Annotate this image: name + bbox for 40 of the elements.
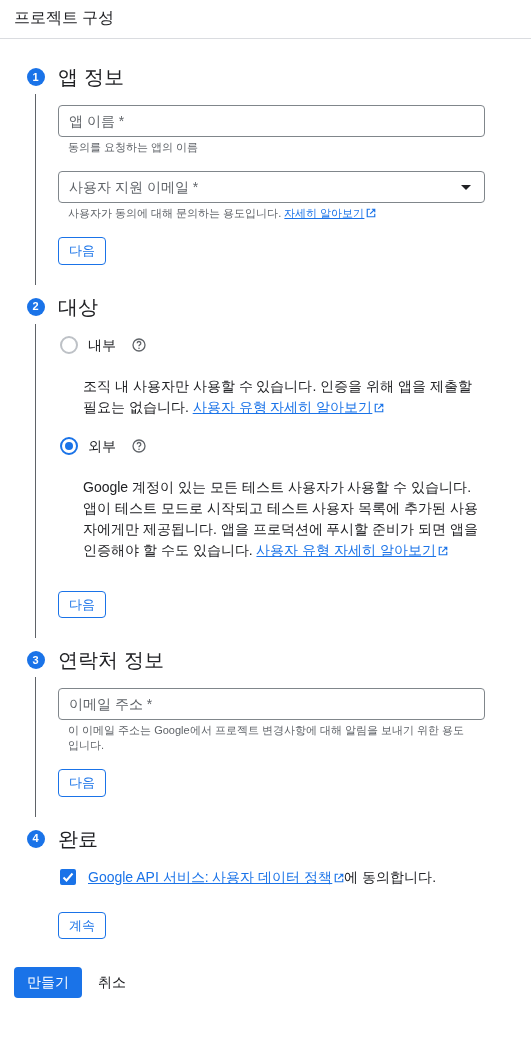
agreement-text: Google API 서비스: 사용자 데이터 정책 에 동의합니다. [88, 867, 437, 887]
next-button[interactable]: 다음 [58, 237, 106, 265]
radio-label: 외부 [88, 436, 116, 456]
description-text: 조직 내 사용자만 사용할 수 있습니다. 인증을 위해 앱을 제출할 필요는 없습니다. 사용자 유형 자세히 알아보기 [82, 376, 473, 417]
external-link-icon [334, 872, 345, 883]
radio-button[interactable] [60, 336, 78, 354]
radio-button[interactable] [60, 437, 78, 455]
learn-more-link[interactable]: 자세히 알아보기 [284, 207, 365, 219]
checkbox[interactable] [60, 869, 76, 885]
learn-more-link[interactable]: 사용자 유형 자세히 알아보기 [192, 398, 373, 415]
radio-label: 내부 [88, 335, 116, 355]
hint-text: 동의를 요청하는 앱의 이름 [67, 140, 200, 155]
dropdown-caret-icon [461, 185, 471, 190]
hint-text: 이 이메일 주소는 Google에서 프로젝트 변경사항에 대해 알림을 보내기 위한 용도입니다. [67, 723, 466, 753]
step-title: 연락처 정보 [58, 648, 165, 673]
step-number: 3 [26, 651, 45, 669]
hint-text: 사용자가 동의에 대해 문의하는 용도입니다. 자세히 알아보기 [58, 203, 485, 221]
external-link-icon [366, 208, 377, 218]
input-field[interactable]: 이메일 주소 * [58, 688, 485, 720]
input-field[interactable]: 앱 이름 * [58, 105, 485, 137]
cancel-button[interactable]: 취소 [90, 967, 134, 998]
learn-more-link[interactable]: 사용자 유형 자세히 알아보기 [256, 541, 437, 558]
dropdown-field[interactable]: 사용자 지원 이메일 * [58, 171, 485, 203]
external-link-icon [438, 545, 449, 556]
create-button[interactable]: 만들기 [14, 967, 82, 998]
step-number: 2 [26, 297, 45, 316]
description-text: Google 계정이 있는 모든 테스트 사용자가 사용할 수 있습니다. 앱이 테스트 모드로 시작되고 테스트 사용자 목록에 추가된 사용자에게만 제공됩니다. 앱을 프로덕션에 푸시할 준비가 되면 앱을 인증해야 할 수도 있습니다. 사용자 유형 자세히 알아보기 [82, 477, 480, 560]
policy-link[interactable]: Google API 서비스: 사용자 데이터 정책 [88, 868, 333, 885]
external-link-icon [374, 402, 385, 413]
step-number: 1 [26, 68, 45, 86]
step-title: 앱 정보 [58, 65, 125, 90]
next-button[interactable]: 다음 [58, 769, 106, 797]
help-icon [132, 439, 146, 453]
page-title: 프로젝트 구성 [14, 8, 116, 28]
next-button[interactable]: 계속 [58, 911, 106, 939]
step-title: 완료 [58, 826, 99, 852]
next-button[interactable]: 다음 [58, 590, 106, 618]
help-icon [132, 338, 146, 352]
step-number: 4 [26, 829, 45, 848]
step-title: 대상 [58, 294, 99, 320]
